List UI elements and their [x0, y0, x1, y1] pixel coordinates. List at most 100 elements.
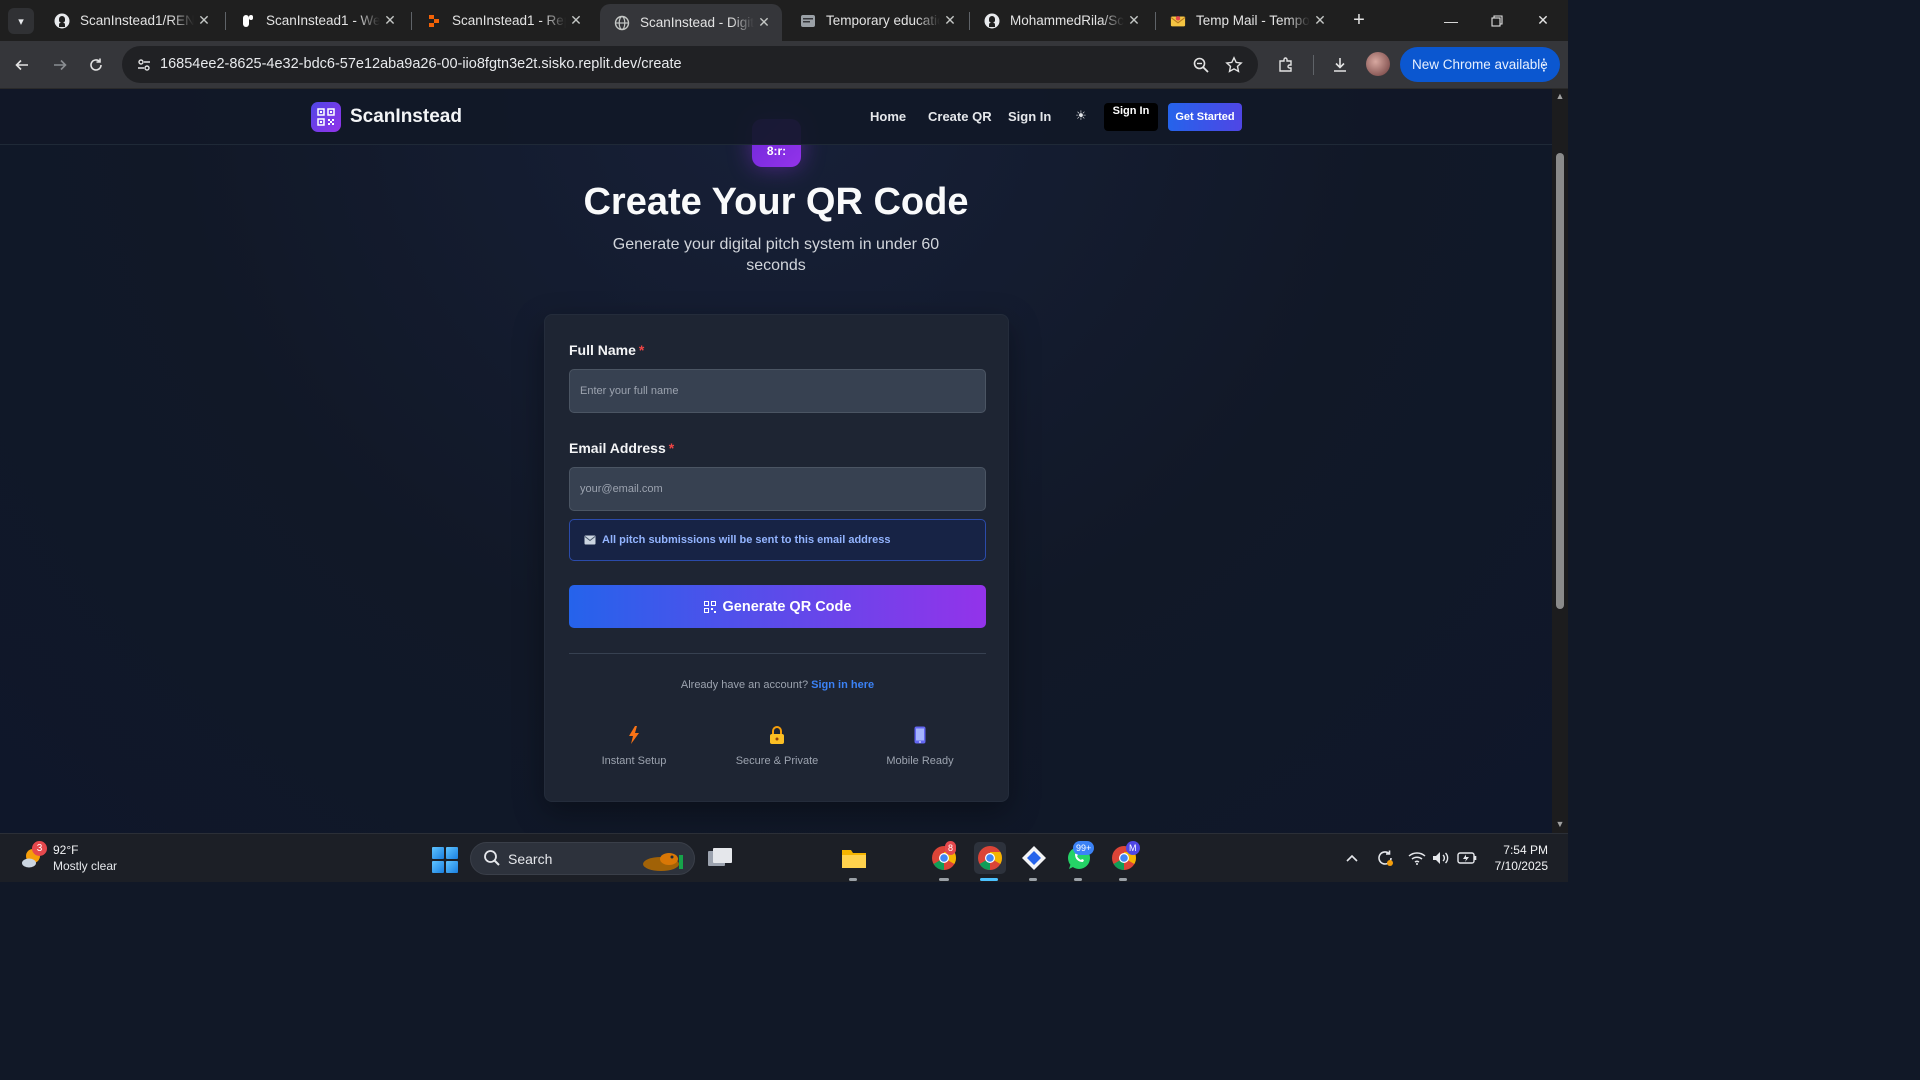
browser-tab-strip: ▾ ScanInstead1/RENDER ✕ ScanInstead1 - W… [0, 0, 1568, 41]
weather-temperature: 92°F [53, 843, 79, 857]
more-options-icon: ⋮ [1536, 57, 1552, 74]
full-name-input[interactable] [569, 369, 986, 413]
page-viewport: ScanInstead Home Create QR Sign In ☀ Sig… [0, 89, 1552, 833]
profile-avatar[interactable] [1366, 52, 1390, 76]
whatsapp-notification-badge: 99+ [1073, 841, 1095, 855]
required-asterisk: * [668, 440, 675, 456]
clock-time[interactable]: 7:54 PM [1484, 843, 1548, 857]
zoom-icon[interactable] [1189, 53, 1213, 77]
get-started-button[interactable]: Get Started [1168, 103, 1242, 131]
page-scrollbar[interactable]: ▲ ▼ [1552, 89, 1568, 833]
minimize-window-button[interactable]: — [1428, 0, 1474, 41]
start-tile [432, 847, 444, 859]
app-running-indicator [849, 878, 857, 881]
page-title: Create Your QR Code [583, 181, 969, 223]
battery-icon[interactable] [1457, 848, 1477, 868]
close-icon[interactable]: ✕ [566, 12, 586, 29]
page-icon [800, 13, 816, 29]
search-label: Search [508, 851, 553, 867]
puzzle-icon [1279, 57, 1292, 72]
form-divider [569, 653, 986, 654]
tab-title: ScanInstead1 - Web Service [266, 13, 380, 28]
close-icon[interactable]: ✕ [1124, 12, 1144, 29]
url-text[interactable]: 16854ee2-8625-4e32-bdc6-57e12aba9a26-00-… [160, 56, 682, 72]
chrome-active-taskbar-button[interactable] [974, 842, 1006, 874]
tab-title: Temp Mail - Temporary Email [1196, 13, 1310, 28]
tab-temp-education-email[interactable]: Temporary education email ✕ [786, 0, 968, 41]
downloads-button[interactable] [1326, 51, 1354, 79]
wifi-icon[interactable] [1407, 848, 1427, 868]
theme-toggle-sun-icon[interactable]: ☀ [1072, 107, 1090, 125]
full-name-label: Full Name * [569, 342, 644, 358]
scroll-up-arrow-icon[interactable]: ▲ [1555, 91, 1565, 101]
bookmark-star-icon[interactable] [1222, 53, 1246, 77]
close-icon[interactable]: ✕ [380, 12, 400, 29]
tab-render-service[interactable]: ScanInstead1 - Web Service ✕ [226, 0, 408, 41]
qr-code-icon [703, 600, 716, 613]
close-icon[interactable]: ✕ [1310, 12, 1330, 29]
tab-title: MohammedRila/ScanInstead [1010, 13, 1124, 28]
feature-label: Mobile Ready [886, 755, 954, 767]
arrow-left-icon [15, 59, 28, 71]
lightning-icon [574, 723, 694, 747]
account-prompt-text: Already have an account? [680, 679, 809, 691]
nav-create-qr-link[interactable]: Create QR [928, 109, 992, 124]
weather-description: Mostly clear [53, 859, 118, 873]
restore-window-button[interactable] [1474, 0, 1520, 41]
email-info-note: All pitch submissions will be sent to th… [569, 519, 986, 561]
address-bar[interactable]: 16854ee2-8625-4e32-bdc6-57e12aba9a26-00-… [122, 46, 1258, 83]
reload-button[interactable] [82, 51, 110, 79]
close-icon[interactable]: ✕ [754, 14, 774, 31]
volume-icon[interactable] [1431, 848, 1451, 868]
replit-icon [426, 13, 442, 29]
logo-qr-icon[interactable] [311, 102, 341, 132]
app-running-indicator [1119, 878, 1127, 881]
mail-icon [1170, 13, 1186, 29]
close-icon[interactable]: ✕ [194, 12, 214, 29]
clock-date[interactable]: 7/10/2025 [1484, 859, 1548, 873]
nav-sign-in-button[interactable]: Sign In [1104, 103, 1158, 131]
nav-home-link[interactable]: Home [870, 109, 906, 124]
globe-icon [614, 15, 630, 31]
new-chrome-available-button[interactable]: New Chrome available ⋮ [1400, 47, 1560, 82]
generate-qr-button[interactable]: Generate QR Code [569, 585, 986, 628]
scrollbar-thumb[interactable] [1556, 153, 1564, 609]
taskbar-search-box[interactable]: Search [470, 842, 695, 875]
email-input[interactable] [569, 467, 986, 511]
profile-letter-badge: M [1126, 841, 1140, 855]
start-tile [432, 861, 444, 873]
extensions-button[interactable] [1272, 51, 1300, 79]
tab-replit[interactable]: ScanInstead1 - Replit ✕ [412, 0, 594, 41]
tab-temp-mail[interactable]: Temp Mail - Temporary Email ✕ [1156, 0, 1338, 41]
start-tile [446, 847, 458, 859]
back-button[interactable] [8, 51, 36, 79]
git-diamond-icon [1022, 846, 1046, 870]
brand-name[interactable]: ScanInstead [350, 106, 462, 128]
feature-secure-private: Secure & Private [717, 723, 837, 767]
windows-start-button[interactable] [432, 847, 458, 873]
nav-sign-in-link[interactable]: Sign In [1008, 109, 1051, 124]
feature-label: Instant Setup [601, 755, 667, 767]
sign-in-here-link[interactable]: Sign in here [811, 679, 874, 691]
file-explorer-button[interactable] [839, 843, 869, 873]
site-navbar: ScanInstead Home Create QR Sign In ☀ Sig… [0, 89, 1552, 145]
site-info-icon[interactable] [130, 51, 158, 79]
tab-search-button[interactable]: ▾ [8, 8, 34, 34]
close-icon[interactable]: ✕ [940, 12, 960, 29]
chrome-notification-badge: 8 [945, 841, 957, 855]
email-info-text: All pitch submissions will be sent to th… [602, 534, 891, 546]
scroll-down-arrow-icon[interactable]: ▼ [1555, 819, 1565, 829]
browser-toolbar: 16854ee2-8625-4e32-bdc6-57e12aba9a26-00-… [0, 41, 1568, 89]
tab-scaninstead-active[interactable]: ScanInstead - Digital Pitch ✕ [600, 4, 782, 41]
full-name-label-text: Full Name [569, 342, 636, 358]
new-tab-button[interactable]: + [1347, 9, 1371, 33]
tab-github-render[interactable]: ScanInstead1/RENDER ✕ [40, 0, 222, 41]
forward-button[interactable] [46, 51, 74, 79]
task-view-button[interactable] [705, 843, 735, 873]
close-window-button[interactable]: ✕ [1520, 0, 1566, 41]
tab-github-mohammedrila[interactable]: MohammedRila/ScanInstead ✕ [970, 0, 1152, 41]
sync-update-icon[interactable] [1375, 848, 1395, 868]
show-hidden-icons-chevron-up-icon[interactable] [1342, 848, 1362, 868]
git-app-button[interactable] [1019, 843, 1049, 873]
search-icon [484, 850, 500, 866]
